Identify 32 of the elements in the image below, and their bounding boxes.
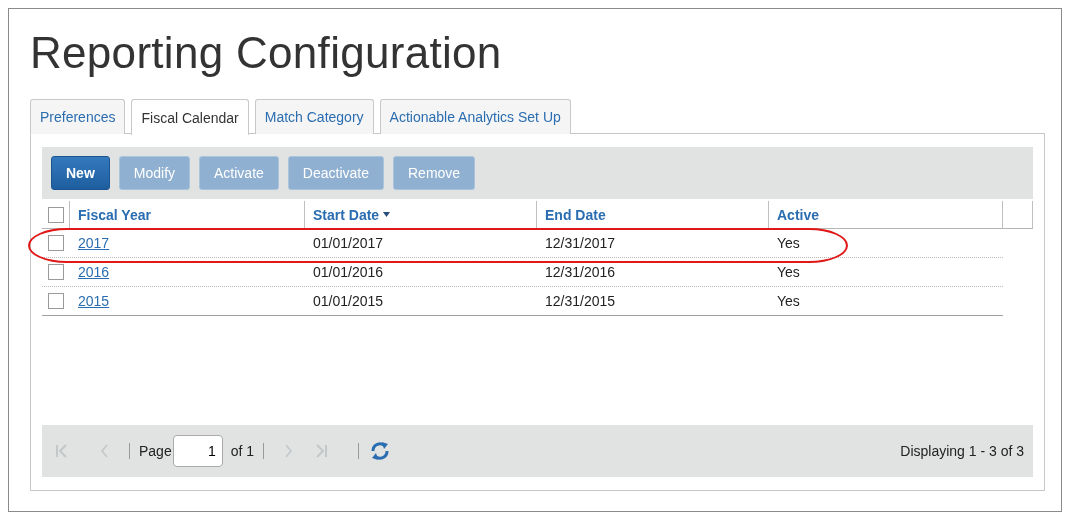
refresh-icon[interactable]	[370, 441, 391, 461]
table-cell-text: 12/31/2015	[544, 293, 617, 309]
table-cell-text: 12/31/2016	[544, 264, 617, 280]
column-header[interactable]: Start Date	[305, 201, 537, 228]
page-number-field[interactable]: 1	[172, 435, 223, 467]
page-count: of 1	[230, 443, 255, 459]
checkbox[interactable]	[48, 293, 64, 309]
toolbar-button[interactable]: New	[51, 156, 110, 190]
fiscal-year-link[interactable]: 2016	[70, 264, 305, 280]
tab[interactable]: Fiscal Calendar	[131, 99, 249, 135]
table-cell-text: 12/31/2017	[544, 235, 617, 251]
checkbox[interactable]	[48, 235, 64, 251]
checkbox[interactable]	[48, 206, 64, 223]
column-header[interactable]: End Date	[537, 201, 769, 228]
page-label: Page	[139, 443, 172, 459]
checkbox[interactable]	[48, 264, 64, 280]
display-count: Displaying 1 - 3 of 3	[900, 443, 1024, 459]
tab[interactable]: Match Category	[254, 99, 374, 134]
table-cell-text: Yes	[776, 264, 801, 280]
column-header[interactable]: Active	[769, 201, 1003, 228]
table-cell-text: Yes	[776, 293, 801, 309]
column-header[interactable]: Fiscal Year	[70, 201, 305, 228]
sort-arrow-icon[interactable]	[383, 212, 391, 217]
page-title: Reporting Configuration	[30, 30, 503, 79]
tab[interactable]: Actionable Analytics Set Up	[379, 99, 571, 134]
table-cell-text: Yes	[776, 235, 801, 251]
fiscal-year-link[interactable]: 2017	[70, 235, 305, 251]
table-cell-text: 01/01/2015	[312, 293, 385, 309]
table-cell-text: 01/01/2016	[312, 264, 385, 280]
tab[interactable]: Preferences	[30, 99, 126, 134]
table-cell-text: 01/01/2017	[312, 235, 385, 251]
fiscal-year-link[interactable]: 2015	[70, 293, 305, 309]
